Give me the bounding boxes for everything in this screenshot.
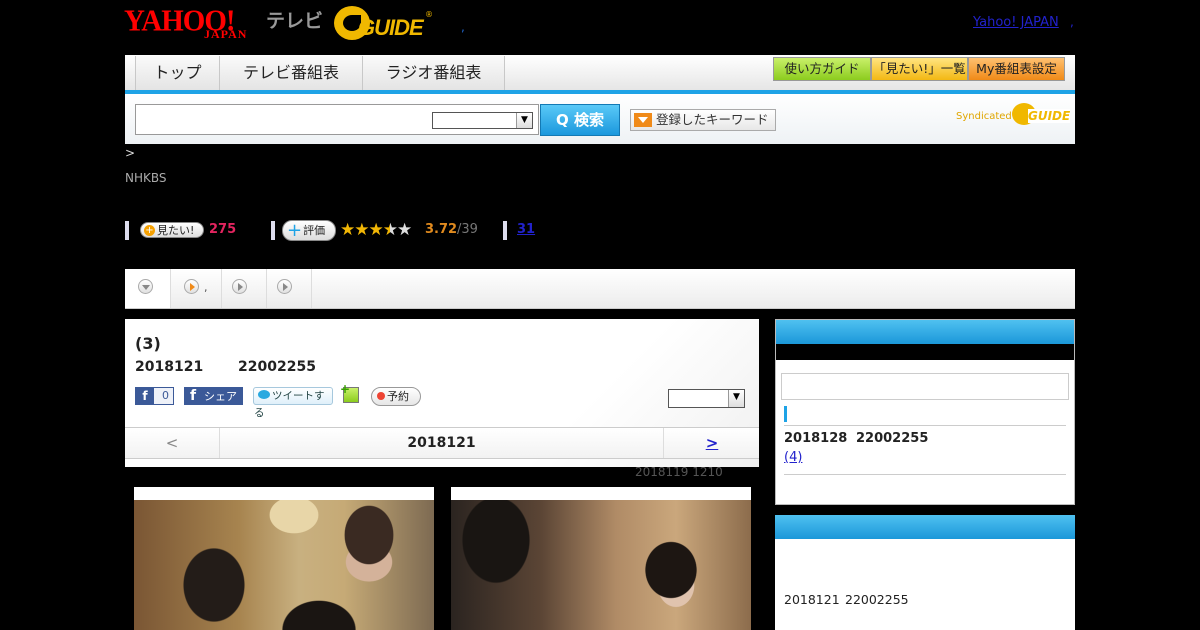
gguide-small-logo: GUIDE	[1012, 103, 1071, 127]
search-bar: ▼ Q 検索 登録したキーワード Syndicated GUIDE	[125, 94, 1075, 144]
search-category-select[interactable]: ▼	[432, 112, 533, 129]
sidebar-header	[775, 515, 1075, 539]
usage-guide-button[interactable]: 使い方ガイド	[773, 57, 871, 81]
related-time: 22002255	[845, 592, 909, 607]
tab-4[interactable]	[267, 269, 312, 308]
chevron-down-icon: ▼	[516, 113, 532, 128]
yahoo-japan-logo[interactable]: YAHOO! JAPAN	[124, 4, 264, 43]
sidebar-related: 2018121 22002255	[775, 515, 1075, 630]
star-empty-icon: ★	[397, 220, 412, 240]
tweet-button[interactable]: ツイートする	[253, 387, 333, 419]
rating-value: 3.72	[425, 222, 458, 237]
rating-stars: ★★★★★	[340, 220, 412, 240]
program-photo-2[interactable]	[451, 487, 751, 630]
updated-timestamp: 2018119 1210	[635, 465, 723, 479]
gguide-logo-text: GUIDE	[358, 15, 424, 40]
twitter-bird-icon	[258, 390, 270, 399]
rating-count: /39	[457, 222, 478, 237]
previous-date-button[interactable]: <	[125, 428, 220, 458]
scene-image	[451, 500, 751, 630]
registered-keywords-button[interactable]: 登録したキーワード	[630, 109, 776, 131]
header-separator-2: ,	[1070, 15, 1074, 29]
facebook-share-button[interactable]: f シェア	[184, 387, 243, 405]
program-action-select[interactable]: ▼	[668, 389, 745, 408]
plus-icon: +	[144, 225, 155, 236]
yahoo-japan-link[interactable]: Yahoo! JAPAN	[973, 15, 1059, 30]
divider	[125, 221, 129, 240]
facebook-like-count: 0	[162, 389, 169, 402]
plus-icon: +	[287, 220, 303, 241]
facebook-icon: f	[136, 388, 154, 404]
tab-program-info[interactable]	[125, 269, 171, 308]
reserve-label: 予約	[387, 390, 409, 403]
registered-keywords-label: 登録したキーワード	[656, 112, 769, 127]
sidebar-header	[776, 320, 1074, 344]
star-icon: ★	[368, 220, 384, 240]
divider	[503, 221, 507, 240]
scene-image	[134, 500, 434, 630]
divider	[784, 474, 1066, 475]
program-date: 2018121	[135, 359, 204, 375]
date-navigation: < 2018121 >	[125, 427, 759, 459]
record-dot-icon	[377, 392, 385, 400]
program-title: (3)	[135, 334, 161, 353]
nav-tab-tv-listings[interactable]: テレビ番組表	[219, 56, 363, 90]
mitai-label: 見たい!	[157, 224, 195, 237]
current-date: 2018121	[407, 435, 476, 451]
program-time: 22002255	[238, 359, 316, 375]
add-to-calendar-icon[interactable]	[340, 382, 359, 403]
program-detail: (3) 2018121 22002255 f0 fシェア ツイートする 予約 ▼…	[125, 319, 759, 467]
star-half-icon: ★	[382, 220, 398, 240]
tab-3[interactable]	[222, 269, 267, 308]
related-date: 2018121	[784, 592, 840, 607]
program-photo-1[interactable]	[134, 487, 434, 630]
gguide-logo[interactable]: GUIDE ®	[334, 6, 434, 42]
divider	[784, 425, 1066, 426]
mitai-list-button[interactable]: 「見たい!」一覧	[871, 57, 968, 81]
tab-2[interactable]: ,	[171, 269, 222, 308]
next-broadcast-date: 2018128	[784, 431, 848, 446]
chevron-down-circle-icon	[138, 279, 153, 294]
japan-logo-text: JAPAN	[204, 27, 248, 41]
tab-2-label: ,	[204, 281, 208, 294]
rate-label: 評価	[303, 224, 326, 237]
my-listings-settings-button[interactable]: My番組表設定	[968, 57, 1065, 81]
sidebar-subheader	[776, 344, 1074, 360]
chevron-down-icon: ▼	[728, 390, 744, 407]
mitai-count: 275	[209, 222, 237, 237]
rate-button[interactable]: +評価	[282, 220, 336, 241]
syndicated-label: Syndicated	[956, 111, 1012, 122]
section-marker	[784, 406, 787, 422]
play-circle-icon	[277, 279, 292, 294]
gguide-small-logo-text: GUIDE	[1028, 109, 1071, 123]
registered-mark: ®	[425, 10, 433, 19]
sidebar-next-broadcast: 2018128 22002255 (4)	[775, 319, 1075, 505]
play-circle-icon	[184, 279, 199, 294]
main-nav: トップ テレビ番組表 ラジオ番組表 使い方ガイド 「見たい!」一覧 My番組表設…	[125, 55, 1075, 94]
facebook-icon: f	[189, 388, 197, 404]
tv-label: テレビ	[266, 10, 324, 32]
star-icon: ★	[340, 220, 355, 240]
program-tabs: ,	[125, 269, 1075, 309]
next-date-link[interactable]: >	[663, 428, 760, 458]
reserve-recording-button[interactable]: 予約	[371, 387, 421, 406]
dropdown-arrow-icon	[634, 113, 652, 127]
play-circle-icon	[232, 279, 247, 294]
star-icon: ★	[354, 220, 369, 240]
search-button[interactable]: Q 検索	[540, 104, 620, 136]
sidebar-input[interactable]	[781, 373, 1069, 400]
next-broadcast-time: 22002255	[856, 431, 929, 446]
channel-name: NHKBS	[125, 171, 167, 185]
nav-tab-top[interactable]: トップ	[135, 56, 220, 90]
facebook-like-button[interactable]: f0	[135, 387, 174, 405]
nav-tab-radio-listings[interactable]: ラジオ番組表	[362, 56, 505, 90]
divider	[271, 221, 275, 240]
breadcrumb[interactable]: >	[125, 146, 135, 160]
mitai-button[interactable]: + 見たい!	[140, 222, 204, 238]
facebook-share-label: シェア	[204, 390, 237, 403]
review-count-link[interactable]: 31	[517, 222, 535, 237]
next-episode-link[interactable]: (4)	[784, 450, 802, 465]
header-separator: ,	[461, 20, 465, 34]
